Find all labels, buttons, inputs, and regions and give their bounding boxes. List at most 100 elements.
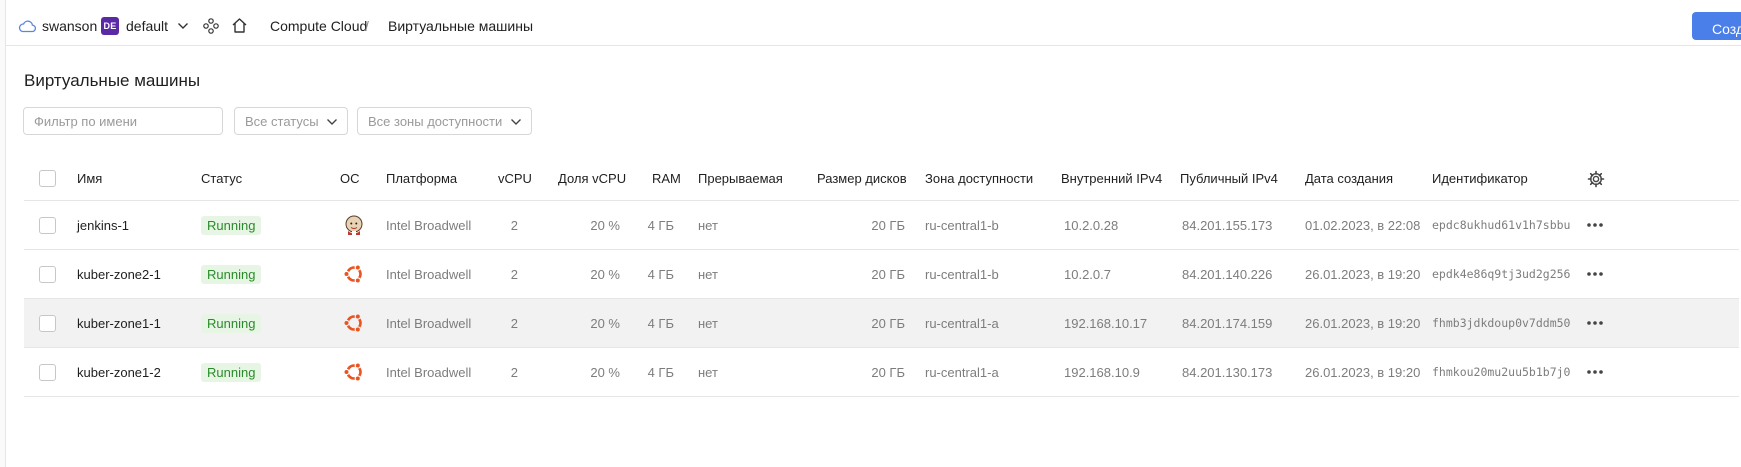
select-all-cell — [39, 157, 56, 200]
table-row[interactable]: kuber-zone1-2 Running Intel Broadwell 2 … — [24, 348, 1739, 397]
vm-created: 26.01.2023, в 19:20 — [1305, 315, 1421, 331]
create-vm-button[interactable]: Созд — [1692, 12, 1741, 40]
vm-internal-ip: 10.2.0.28 — [1064, 217, 1119, 233]
table-row[interactable]: jenkins-1 Running Intel Broadwell 2 20 %… — [24, 201, 1739, 250]
column-vcpu[interactable]: vCPU — [498, 157, 532, 200]
status-badge: Running — [201, 264, 262, 284]
vm-created: 26.01.2023, в 19:20 — [1305, 266, 1421, 282]
zone-select-value: Все зоны доступности — [368, 113, 503, 129]
cloud-account-name[interactable]: swanson — [42, 18, 97, 34]
row-checkbox[interactable] — [39, 363, 56, 381]
vm-zone: ru-central1-a — [925, 315, 999, 331]
vm-preemptible: нет — [698, 217, 718, 233]
vm-disk-size: 20 ГБ — [871, 364, 905, 380]
status-badge: Running — [201, 362, 262, 382]
chevron-down-icon — [327, 119, 337, 125]
vm-name[interactable]: jenkins-1 — [77, 201, 129, 249]
row-checkbox[interactable] — [39, 314, 56, 332]
column-os[interactable]: ОС — [340, 157, 360, 200]
vm-name[interactable]: kuber-zone1-2 — [77, 348, 161, 396]
status-select[interactable]: Все статусы — [234, 107, 348, 135]
cloud-icon — [18, 20, 36, 33]
column-name[interactable]: Имя — [77, 157, 102, 200]
vm-core-fraction: 20 % — [590, 364, 620, 380]
table-header: Имя Статус ОС Платформа vCPU Доля vCPU R… — [24, 157, 1739, 201]
top-bar: swanson DE default Compute Cloud / Вирту… — [6, 6, 1741, 46]
chevron-down-icon — [511, 119, 521, 125]
table-row[interactable]: kuber-zone1-1 Running Intel Broadwell 2 … — [24, 299, 1739, 348]
vm-preemptible: нет — [698, 315, 718, 331]
column-core-fraction[interactable]: Доля vCPU — [558, 157, 626, 200]
vm-public-ip: 84.201.174.159 — [1182, 315, 1273, 331]
vm-created: 26.01.2023, в 19:20 — [1305, 364, 1421, 380]
column-disk-size[interactable]: Размер дисков — [817, 157, 907, 200]
status-select-value: Все статусы — [245, 113, 319, 129]
vm-public-ip: 84.201.130.173 — [1182, 364, 1273, 380]
ubuntu-icon — [343, 264, 362, 284]
folder-badge: DE — [101, 17, 119, 35]
vm-vcpu: 2 — [510, 266, 518, 282]
gear-icon[interactable] — [1587, 170, 1605, 188]
breadcrumb-compute-cloud[interactable]: Compute Cloud — [270, 18, 367, 34]
more-actions-icon[interactable] — [1586, 369, 1604, 375]
table-row[interactable]: kuber-zone2-1 Running Intel Broadwell 2 … — [24, 250, 1739, 299]
column-ram[interactable]: RAM — [652, 157, 681, 200]
row-checkbox[interactable] — [39, 265, 56, 283]
ubuntu-icon — [343, 313, 362, 333]
vm-disk-size: 20 ГБ — [871, 217, 905, 233]
vm-created: 01.02.2023, в 22:08 — [1305, 217, 1421, 233]
vm-vcpu: 2 — [510, 217, 518, 233]
column-id[interactable]: Идентификатор — [1432, 157, 1528, 200]
column-internal-ip[interactable]: Внутренний IPv4 — [1061, 157, 1162, 200]
chevron-down-icon[interactable] — [177, 21, 189, 31]
services-icon[interactable] — [203, 18, 219, 34]
more-actions-icon[interactable] — [1586, 222, 1604, 228]
more-actions-icon[interactable] — [1586, 271, 1604, 277]
vm-internal-ip: 192.168.10.9 — [1064, 364, 1140, 380]
vm-id: fhmkou20mu2uu5b1b7j0 — [1432, 365, 1571, 379]
vm-internal-ip: 10.2.0.7 — [1064, 266, 1111, 282]
vm-platform: Intel Broadwell — [386, 217, 472, 233]
column-public-ip[interactable]: Публичный IPv4 — [1180, 157, 1278, 200]
vm-ram: 4 ГБ — [647, 364, 674, 380]
column-platform[interactable]: Платформа — [386, 157, 457, 200]
status-badge: Running — [201, 313, 262, 333]
column-zone[interactable]: Зона доступности — [925, 157, 1033, 200]
more-actions-icon[interactable] — [1586, 320, 1604, 326]
status-badge: Running — [201, 215, 262, 235]
vm-core-fraction: 20 % — [590, 315, 620, 331]
vm-disk-size: 20 ГБ — [871, 266, 905, 282]
vm-core-fraction: 20 % — [590, 217, 620, 233]
table-settings[interactable] — [1587, 157, 1605, 200]
vm-platform: Intel Broadwell — [386, 266, 472, 282]
breadcrumb-separator: / — [365, 18, 369, 34]
vm-ram: 4 ГБ — [647, 315, 674, 331]
select-all-checkbox[interactable] — [39, 170, 56, 187]
vm-name[interactable]: kuber-zone1-1 — [77, 299, 161, 347]
column-preemptible[interactable]: Прерываемая — [698, 157, 783, 200]
vm-id: fhmb3jdkdoup0v7ddm50 — [1432, 316, 1571, 330]
vm-vcpu: 2 — [510, 364, 518, 380]
zone-select[interactable]: Все зоны доступности — [357, 107, 532, 135]
vm-id: epdc8ukhud61v1h7sbbu — [1432, 218, 1571, 232]
name-filter-input[interactable] — [23, 107, 223, 135]
folder-name[interactable]: default — [126, 18, 168, 34]
column-status[interactable]: Статус — [201, 157, 242, 200]
vm-core-fraction: 20 % — [590, 266, 620, 282]
vm-ram: 4 ГБ — [647, 266, 674, 282]
page-title: Виртуальные машины — [24, 71, 201, 90]
vm-zone: ru-central1-a — [925, 364, 999, 380]
vm-platform: Intel Broadwell — [386, 315, 472, 331]
column-created[interactable]: Дата создания — [1305, 157, 1393, 200]
vm-public-ip: 84.201.155.173 — [1182, 217, 1273, 233]
home-icon[interactable] — [231, 17, 248, 34]
jenkins-icon — [345, 215, 363, 235]
row-checkbox[interactable] — [39, 216, 56, 234]
vm-zone: ru-central1-b — [925, 217, 999, 233]
vm-internal-ip: 192.168.10.17 — [1064, 315, 1148, 331]
vm-platform: Intel Broadwell — [386, 364, 472, 380]
vm-zone: ru-central1-b — [925, 266, 999, 282]
left-rail — [0, 0, 6, 467]
vm-disk-size: 20 ГБ — [871, 315, 905, 331]
vm-name[interactable]: kuber-zone2-1 — [77, 250, 161, 298]
